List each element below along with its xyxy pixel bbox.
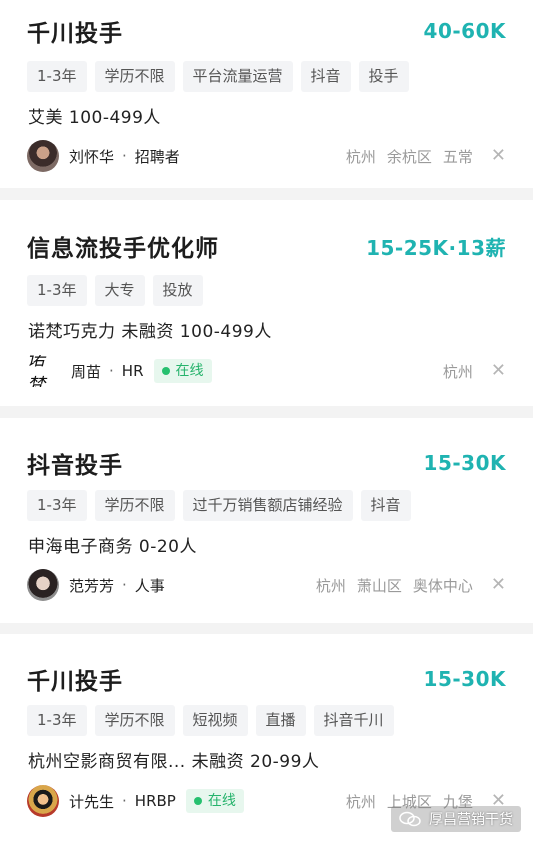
company-info: 申海电子商务 0-20人 (28, 537, 197, 557)
job-list: 千川投手 40-60K 1-3年 学历不限 平台流量运营 抖音 投手 艾美 10… (0, 0, 533, 843)
online-label: 在线 (207, 793, 236, 809)
close-icon[interactable]: ✕ (491, 576, 506, 594)
job-location: 杭州 余杭区 五常 (346, 146, 473, 167)
job-card[interactable]: 千川投手 40-60K 1-3年 学历不限 平台流量运营 抖音 投手 艾美 10… (0, 0, 533, 188)
tag: 1-3年 (27, 275, 87, 306)
location-city: 杭州 (345, 147, 376, 166)
tag: 学历不限 (94, 705, 175, 736)
tag: 过千万销售额店铺经验 (182, 490, 353, 521)
job-header: 信息流投手优化师 15-25K·13薪 (27, 229, 506, 263)
separator-dot: · (122, 576, 127, 594)
tag: 1-3年 (27, 705, 87, 736)
tag: 抖音 (360, 490, 411, 521)
tag: 短视频 (182, 705, 248, 736)
job-location: 杭州 萧山区 奥体中心 (316, 575, 473, 596)
job-tags: 1-3年 学历不限 平台流量运营 抖音 投手 (27, 61, 513, 92)
job-title: 抖音投手 (27, 453, 123, 479)
location-city: 杭州 (315, 576, 346, 595)
recruiter-role: 招聘者 (134, 147, 180, 166)
job-title: 千川投手 (27, 669, 123, 695)
location-area: 五常 (442, 147, 473, 166)
tag: 投手 (358, 61, 409, 92)
job-header: 抖音投手 15-30K (27, 446, 506, 480)
online-badge: 在线 (153, 359, 212, 383)
wechat-icon (399, 811, 421, 827)
close-icon[interactable]: ✕ (491, 362, 506, 380)
recruiter-row: 诺梵 周苗 · HR 在线 杭州 ✕ (27, 354, 506, 388)
job-salary: 15-30K (423, 451, 506, 475)
watermark-text: 厚昌营销干货 (429, 812, 513, 828)
recruiter-avatar (27, 785, 59, 817)
location-city: 杭州 (442, 362, 473, 381)
location-area: 奥体中心 (412, 576, 473, 595)
recruiter-avatar (27, 140, 59, 172)
job-header: 千川投手 40-60K (27, 14, 506, 48)
tag: 学历不限 (94, 61, 175, 92)
job-title: 信息流投手优化师 (27, 236, 219, 262)
recruiter-role: 人事 (134, 576, 165, 595)
tag: 1-3年 (27, 61, 87, 92)
recruiter-role: HR (121, 362, 144, 380)
job-title: 千川投手 (27, 21, 123, 47)
tag: 平台流量运营 (182, 61, 293, 92)
tag: 抖音 (300, 61, 351, 92)
separator-dot: · (122, 147, 127, 165)
recruiter-name: 刘怀华 (69, 147, 115, 166)
tag: 抖音千川 (313, 705, 394, 736)
company-info: 艾美 100-499人 (28, 108, 161, 128)
job-salary: 15-30K (423, 667, 506, 691)
job-salary: 40-60K (423, 19, 506, 43)
online-dot-icon (193, 797, 202, 805)
tag: 大专 (94, 275, 145, 306)
recruiter-name: 计先生 (69, 792, 115, 811)
recruiter-name: 周苗 (71, 362, 102, 381)
separator-dot: · (122, 792, 127, 810)
recruiter-row: 刘怀华 · 招聘者 杭州 余杭区 五常 ✕ (27, 139, 506, 173)
job-card[interactable]: 抖音投手 15-30K 1-3年 学历不限 过千万销售额店铺经验 抖音 申海电子… (0, 418, 533, 623)
tag: 学历不限 (94, 490, 175, 521)
online-dot-icon (161, 367, 170, 375)
company-info: 诺梵巧克力 未融资 100-499人 (28, 322, 272, 342)
job-location: 杭州 (443, 361, 473, 382)
recruiter-name: 范芳芳 (69, 576, 115, 595)
online-badge: 在线 (185, 789, 244, 813)
separator-dot: · (109, 362, 114, 380)
recruiter-row: 范芳芳 · 人事 杭州 萧山区 奥体中心 ✕ (27, 568, 506, 602)
watermark: 厚昌营销干货 (391, 806, 521, 832)
location-district: 萧山区 (356, 576, 402, 595)
job-salary: 15-25K·13薪 (366, 235, 506, 260)
tag: 1-3年 (27, 490, 87, 521)
tag: 直播 (255, 705, 306, 736)
recruiter-avatar (27, 569, 59, 601)
location-district: 余杭区 (386, 147, 432, 166)
job-tags: 1-3年 学历不限 短视频 直播 抖音千川 (27, 705, 513, 736)
location-city: 杭州 (345, 792, 376, 811)
job-tags: 1-3年 大专 投放 (27, 275, 513, 306)
job-tags: 1-3年 学历不限 过千万销售额店铺经验 抖音 (27, 490, 513, 521)
close-icon[interactable]: ✕ (491, 147, 506, 165)
job-card[interactable]: 信息流投手优化师 15-25K·13薪 1-3年 大专 投放 诺梵巧克力 未融资… (0, 200, 533, 406)
tag: 投放 (152, 275, 203, 306)
company-logo: 诺梵 (27, 355, 45, 387)
job-header: 千川投手 15-30K (27, 662, 506, 696)
company-info: 杭州空影商贸有限... 未融资 20-99人 (28, 752, 320, 772)
recruiter-role: HRBP (134, 792, 176, 810)
online-label: 在线 (175, 363, 204, 379)
